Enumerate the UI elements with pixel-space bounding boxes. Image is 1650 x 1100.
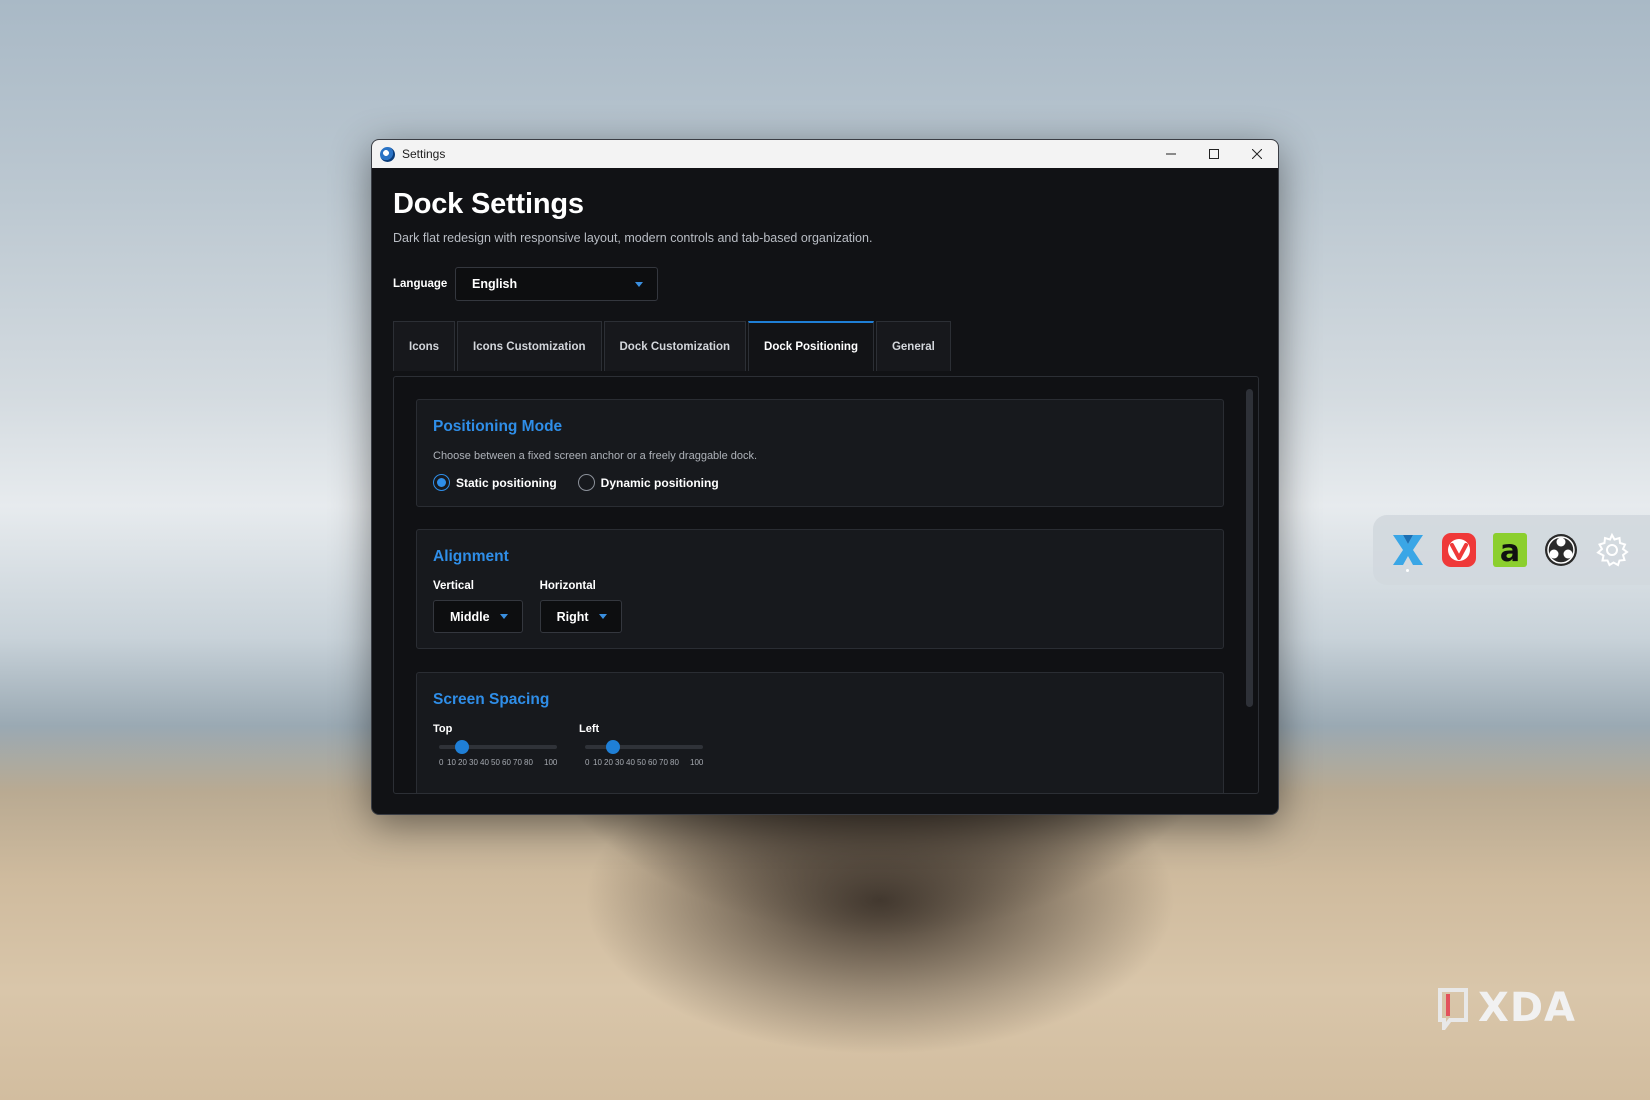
vertical-select[interactable]: Middle bbox=[433, 600, 523, 633]
minimize-button[interactable] bbox=[1149, 140, 1192, 168]
section-title: Alignment bbox=[433, 548, 509, 565]
tick-label: 10 bbox=[593, 758, 602, 767]
gear-icon[interactable] bbox=[1593, 531, 1631, 569]
horizontal-select[interactable]: Right bbox=[539, 600, 622, 633]
tick-label: 10 bbox=[447, 758, 456, 767]
tick-label: 30 bbox=[469, 758, 478, 767]
close-icon bbox=[1251, 149, 1262, 159]
gear-glyph bbox=[1596, 532, 1629, 567]
radio-checked-icon[interactable] bbox=[433, 474, 450, 491]
app-icon bbox=[380, 146, 395, 162]
section-title: Positioning Mode bbox=[433, 418, 563, 435]
tab-icons-customization[interactable]: Icons Customization bbox=[457, 321, 602, 371]
xda-watermark: XDA bbox=[1434, 985, 1576, 1031]
chevron-down-icon bbox=[499, 614, 508, 619]
radio-unchecked-icon[interactable] bbox=[577, 474, 595, 491]
tick-label: 70 bbox=[513, 758, 522, 767]
tick-label: 100 bbox=[544, 758, 558, 767]
tick-label: 80 bbox=[670, 758, 679, 767]
static-positioning-option[interactable]: Static positioning bbox=[433, 474, 557, 491]
vertical-field: Vertical Middle bbox=[433, 580, 523, 633]
slider-track[interactable] bbox=[439, 740, 557, 754]
a-app-glyph: a bbox=[1493, 533, 1527, 568]
tick-label: 60 bbox=[648, 758, 657, 767]
horizontal-label: Horizontal bbox=[539, 580, 596, 592]
slider-ticks: 0 10 20 30 40 50 60 70 80 100 bbox=[433, 758, 579, 770]
slider-thumb[interactable] bbox=[454, 740, 469, 754]
running-indicator bbox=[1406, 569, 1409, 572]
tick-label: 50 bbox=[637, 758, 646, 767]
dock: a bbox=[1373, 515, 1650, 585]
page-subtitle: Dark flat redesign with responsive layou… bbox=[393, 231, 873, 245]
page-title: Dock Settings bbox=[393, 188, 584, 220]
vertical-label: Vertical bbox=[433, 580, 474, 592]
section-description: Choose between a fixed screen anchor or … bbox=[433, 450, 758, 462]
tick-label: 40 bbox=[480, 758, 489, 767]
language-row: Language English bbox=[393, 267, 1257, 301]
tick-label: 70 bbox=[659, 758, 668, 767]
tab-bar: Icons Icons Customization Dock Customiza… bbox=[393, 321, 1257, 371]
alignment-fields: Vertical Middle Horizontal Right bbox=[433, 580, 1207, 633]
slider-track[interactable] bbox=[585, 740, 703, 754]
obs-glyph bbox=[1545, 534, 1577, 566]
settings-window: Settings Dock Settings Dark flat redesig… bbox=[371, 139, 1279, 815]
svg-text:a: a bbox=[1500, 534, 1520, 568]
xda-logo-icon bbox=[1438, 988, 1468, 1030]
radio-label: Dynamic positioning bbox=[600, 475, 719, 490]
maximize-button[interactable] bbox=[1192, 140, 1235, 168]
title-bar: Settings bbox=[372, 140, 1278, 168]
section-title: Screen Spacing bbox=[433, 691, 550, 708]
alignment-section: Alignment Vertical Middle Horizontal Rig… bbox=[416, 529, 1224, 649]
positioning-mode-section: Positioning Mode Choose between a fixed … bbox=[416, 399, 1224, 507]
tick-label: 0 bbox=[439, 758, 444, 767]
language-label: Language bbox=[393, 278, 448, 290]
dynamic-positioning-option[interactable]: Dynamic positioning bbox=[577, 474, 719, 491]
scrollbar[interactable] bbox=[1246, 389, 1253, 707]
watermark-text: XDA bbox=[1478, 985, 1576, 1031]
slider-label: Left bbox=[579, 723, 600, 735]
language-select[interactable]: English bbox=[455, 267, 658, 301]
horizontal-value: Right bbox=[556, 609, 589, 624]
x-app-icon[interactable] bbox=[1389, 531, 1427, 569]
tick-label: 40 bbox=[626, 758, 635, 767]
top-spacing-slider: Top 0 10 20 30 40 50 60 70 80 100 bbox=[433, 723, 579, 770]
radio-label: Static positioning bbox=[456, 475, 557, 490]
tick-label: 60 bbox=[502, 758, 511, 767]
tick-label: 50 bbox=[491, 758, 500, 767]
close-button[interactable] bbox=[1235, 140, 1278, 168]
chevron-down-icon bbox=[598, 614, 607, 619]
window-controls bbox=[1149, 140, 1278, 168]
window-title: Settings bbox=[402, 147, 446, 161]
left-spacing-slider: Left 0 10 20 30 40 50 60 70 80 100 bbox=[579, 723, 725, 770]
a-app-icon[interactable]: a bbox=[1491, 531, 1529, 569]
slider-ticks: 0 10 20 30 40 50 60 70 80 100 bbox=[579, 758, 725, 770]
x-app-glyph bbox=[1393, 535, 1423, 565]
vivaldi-glyph bbox=[1442, 533, 1476, 567]
tab-dock-positioning[interactable]: Dock Positioning bbox=[748, 321, 874, 371]
tab-icons[interactable]: Icons bbox=[393, 321, 456, 371]
tick-label: 100 bbox=[690, 758, 704, 767]
tab-dock-customization[interactable]: Dock Customization bbox=[603, 321, 747, 371]
obs-icon[interactable] bbox=[1542, 531, 1580, 569]
screen-spacing-section: Screen Spacing Top 0 10 20 30 40 50 60 70 80 100 … bbox=[416, 672, 1224, 793]
chevron-down-icon bbox=[635, 281, 643, 287]
vertical-value: Middle bbox=[450, 609, 490, 624]
vivaldi-icon[interactable] bbox=[1440, 531, 1478, 569]
positioning-options: Static positioning Dynamic positioning bbox=[433, 474, 1207, 491]
tick-label: 30 bbox=[615, 758, 624, 767]
tab-general[interactable]: General bbox=[875, 321, 951, 371]
minimize-icon bbox=[1165, 153, 1176, 155]
maximize-icon bbox=[1208, 149, 1219, 159]
tick-label: 0 bbox=[585, 758, 590, 767]
tab-panel: Positioning Mode Choose between a fixed … bbox=[393, 376, 1259, 794]
tick-label: 20 bbox=[604, 758, 613, 767]
tick-label: 80 bbox=[524, 758, 533, 767]
language-value: English bbox=[472, 277, 518, 291]
horizontal-field: Horizontal Right bbox=[539, 580, 622, 633]
spacing-sliders: Top 0 10 20 30 40 50 60 70 80 100 Left 0 10 20 30 40 5… bbox=[433, 723, 1207, 770]
tick-label: 20 bbox=[458, 758, 467, 767]
slider-label: Top bbox=[433, 723, 453, 735]
slider-thumb[interactable] bbox=[605, 740, 620, 754]
